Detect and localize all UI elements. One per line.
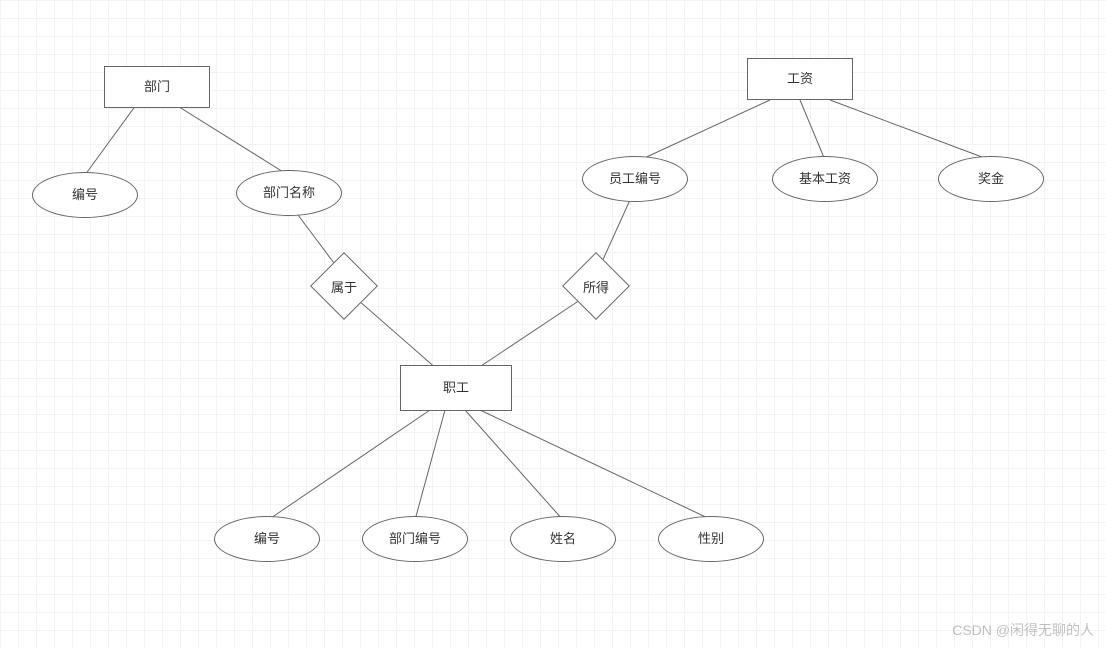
entity-employee: 职工 [400, 365, 512, 411]
attr-salary-bonus: 奖金 [938, 156, 1044, 202]
attr-label: 编号 [254, 531, 280, 547]
attr-emp-id: 编号 [214, 516, 320, 562]
watermark: CSDN @闲得无聊的人 [952, 620, 1094, 640]
attr-label: 奖金 [978, 171, 1004, 187]
attr-salary-emp-id: 员工编号 [582, 156, 688, 202]
attr-label: 部门名称 [263, 185, 315, 201]
attr-label: 姓名 [550, 531, 576, 547]
attr-salary-base: 基本工资 [772, 156, 878, 202]
entity-label: 部门 [144, 79, 170, 95]
entity-department: 部门 [104, 66, 210, 108]
attr-label: 基本工资 [799, 171, 851, 187]
attr-dept-id: 编号 [32, 172, 138, 218]
attr-emp-dept-id: 部门编号 [362, 516, 468, 562]
attr-label: 部门编号 [389, 531, 441, 547]
entity-label: 职工 [443, 380, 469, 396]
relationship-label: 属于 [331, 277, 357, 296]
entity-salary: 工资 [747, 58, 853, 100]
attr-emp-gender: 性别 [658, 516, 764, 562]
attr-emp-name: 姓名 [510, 516, 616, 562]
attr-label: 编号 [72, 187, 98, 203]
relationship-belongs-to: 属于 [320, 262, 368, 310]
attr-label: 性别 [698, 531, 724, 547]
relationship-label: 所得 [583, 277, 609, 296]
attr-label: 员工编号 [609, 171, 661, 187]
relationship-earns: 所得 [572, 262, 620, 310]
entity-label: 工资 [787, 71, 813, 87]
attr-dept-name: 部门名称 [236, 170, 342, 216]
